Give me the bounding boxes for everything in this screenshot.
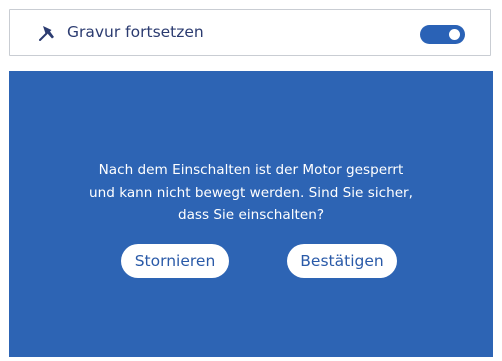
dialog-message: Nach dem Einschalten ist der Motor gespe… bbox=[9, 159, 493, 227]
setting-label: Gravur fortsetzen bbox=[67, 23, 204, 41]
confirm-dialog: Nach dem Einschalten ist der Motor gespe… bbox=[9, 71, 493, 357]
dialog-message-line: dass Sie einschalten? bbox=[177, 207, 325, 223]
continue-engraving-setting: Gravur fortsetzen bbox=[9, 9, 491, 56]
cancel-button[interactable]: Stornieren bbox=[121, 244, 229, 278]
confirm-button[interactable]: Bestätigen bbox=[287, 244, 397, 278]
toggle-knob bbox=[449, 29, 460, 40]
dialog-message-line: Nach dem Einschalten ist der Motor gespe… bbox=[98, 162, 404, 178]
pin-icon bbox=[37, 23, 57, 43]
dialog-message-line: und kann nicht bewegt werden. Sind Sie s… bbox=[89, 184, 413, 201]
continue-engraving-toggle[interactable] bbox=[420, 25, 465, 44]
